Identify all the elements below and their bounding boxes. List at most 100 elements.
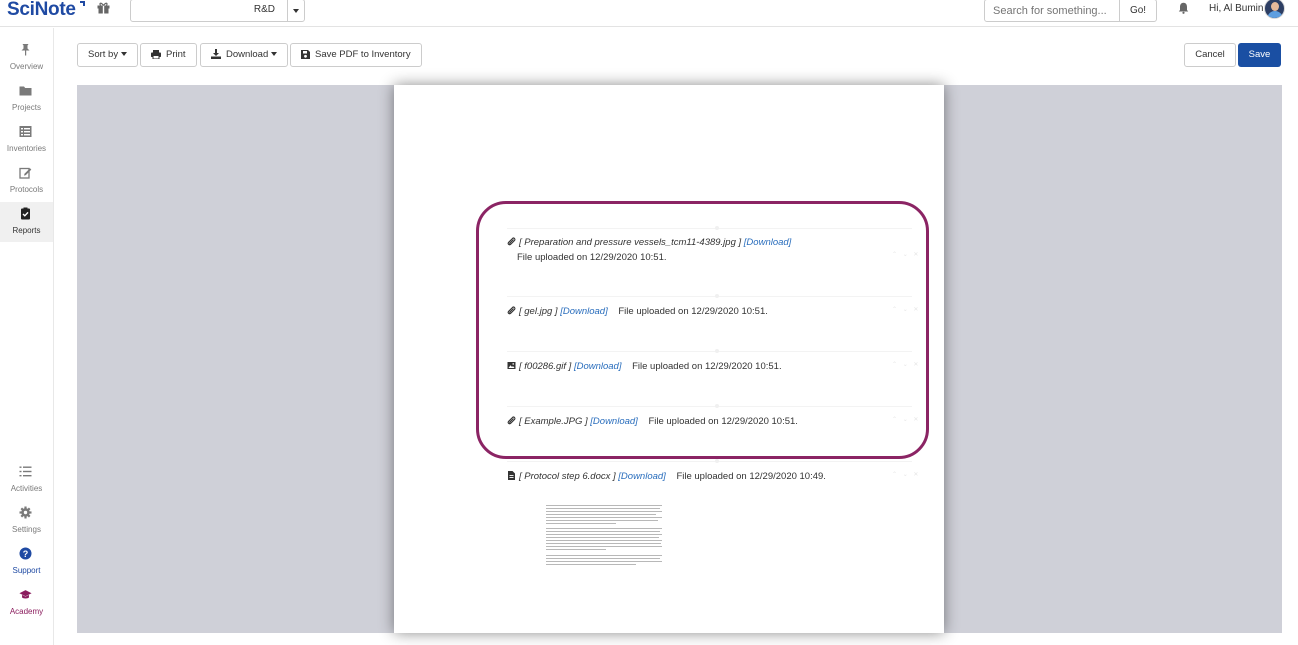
svg-text:?: ? xyxy=(23,549,29,559)
file-doc-icon xyxy=(508,471,515,480)
element-divider xyxy=(507,226,912,230)
element-divider xyxy=(507,459,912,463)
avatar[interactable] xyxy=(1264,0,1285,19)
gift-icon[interactable] xyxy=(97,2,110,14)
clipboard-check-icon xyxy=(21,207,30,220)
element-controls[interactable]: ⌃ ⌄ ✕ xyxy=(892,251,920,258)
download-label: Download xyxy=(226,49,269,60)
divider-handle xyxy=(715,349,719,353)
attachment-upload-info: File uploaded on 12/29/2020 10:51. xyxy=(632,361,782,372)
preview-line xyxy=(546,517,662,519)
preview-line xyxy=(546,528,662,530)
preview-line xyxy=(546,514,656,516)
element-controls[interactable]: ⌃ ⌄ ✕ xyxy=(892,416,920,423)
paperclip-icon xyxy=(507,416,516,425)
sidebar-item-label: Protocols xyxy=(9,185,44,194)
divider-handle xyxy=(715,404,719,408)
preview-line xyxy=(546,537,659,539)
element-divider xyxy=(507,294,912,298)
sidebar-item-activities[interactable]: Activities xyxy=(0,460,53,500)
chevron-down-icon[interactable] xyxy=(287,0,304,21)
divider-handle xyxy=(715,459,719,463)
report-page: ⌃ ⌄ ✕ ⌃ ⌄ ✕ ⌃ ⌄ ✕ ⌃ ⌄ ✕ ⌃ ⌄ ✕ [ Preparat… xyxy=(394,85,944,633)
report-canvas[interactable]: ⌃ ⌄ ✕ ⌃ ⌄ ✕ ⌃ ⌄ ✕ ⌃ ⌄ ✕ ⌃ ⌄ ✕ [ Preparat… xyxy=(77,85,1282,633)
preview-line xyxy=(546,558,660,560)
question-icon: ? xyxy=(19,547,32,560)
save-pdf-label: Save PDF to Inventory xyxy=(315,49,411,60)
report-attachment-item: [ f00286.gif ] [Download] File uploaded … xyxy=(507,361,782,372)
scinote-logo[interactable]: SciNote xyxy=(7,0,85,20)
sidebar: Overview Projects Inventories Protocols … xyxy=(0,28,54,645)
sidebar-item-label: Reports xyxy=(12,226,41,235)
sidebar-item-support[interactable]: ? Support xyxy=(0,542,53,582)
attachment-download-link[interactable]: [Download] xyxy=(574,361,622,372)
sidebar-item-label: Settings xyxy=(12,525,41,534)
search-input[interactable] xyxy=(984,0,1120,22)
sidebar-item-settings[interactable]: Settings xyxy=(0,501,53,541)
folder-icon xyxy=(19,86,32,96)
sidebar-item-reports[interactable]: Reports xyxy=(0,202,53,242)
divider-handle xyxy=(715,226,719,230)
sidebar-item-label: Academy xyxy=(9,607,44,616)
document-preview-thumbnail xyxy=(546,505,664,571)
attachment-download-link[interactable]: [Download] xyxy=(560,306,608,317)
attachment-file-name: [ gel.jpg ] xyxy=(519,306,558,317)
print-button[interactable]: Print xyxy=(140,43,197,67)
attachment-file-name: [ Protocol step 6.docx ] xyxy=(519,471,616,482)
attachment-upload-info: File uploaded on 12/29/2020 10:51. xyxy=(517,252,667,263)
element-controls[interactable]: ⌃ ⌄ ✕ xyxy=(892,306,920,313)
sort-by-button[interactable]: Sort by xyxy=(77,43,139,67)
avatar-body xyxy=(1267,11,1283,18)
caret-down-icon xyxy=(271,52,278,57)
attachment-download-link[interactable]: [Download] xyxy=(618,471,666,482)
preview-line xyxy=(546,523,616,525)
sidebar-item-overview[interactable]: Overview xyxy=(0,38,53,78)
graduation-cap-icon xyxy=(19,590,32,599)
paperclip-icon xyxy=(507,237,516,246)
top-navbar: SciNote R&D Go! Hi, Al Bumin xyxy=(0,0,1298,27)
sidebar-item-protocols[interactable]: Protocols xyxy=(0,161,53,201)
attachment-download-link[interactable]: [Download] xyxy=(590,416,638,427)
sort-by-label: Sort by xyxy=(88,49,119,60)
bell-icon[interactable] xyxy=(1178,2,1189,14)
search-go-button[interactable]: Go! xyxy=(1119,0,1157,22)
preview-line xyxy=(546,511,662,513)
preview-line xyxy=(546,564,636,566)
sidebar-item-label: Projects xyxy=(12,103,41,112)
avatar-face xyxy=(1271,2,1279,11)
pin-icon xyxy=(21,44,30,56)
element-controls[interactable]: ⌃ ⌄ ✕ xyxy=(892,471,920,478)
print-label: Print xyxy=(166,49,186,60)
logo-text: SciNote xyxy=(7,0,76,20)
save-button[interactable]: Save xyxy=(1238,43,1281,67)
printer-icon xyxy=(151,49,161,59)
download-icon xyxy=(211,49,221,60)
user-greeting[interactable]: Hi, Al Bumin xyxy=(1209,3,1263,14)
download-button[interactable]: Download xyxy=(200,43,289,67)
sidebar-item-label: Overview xyxy=(9,62,44,71)
sidebar-item-inventories[interactable]: Inventories xyxy=(0,120,53,160)
floppy-disk-icon xyxy=(301,49,310,59)
save-pdf-to-inventory-button[interactable]: Save PDF to Inventory xyxy=(290,43,422,67)
preview-line xyxy=(546,520,658,522)
report-attachment-item: [ gel.jpg ] [Download] File uploaded on … xyxy=(507,306,768,317)
preview-line xyxy=(546,549,606,551)
activity-list-icon xyxy=(19,466,32,477)
sidebar-item-projects[interactable]: Projects xyxy=(0,79,53,119)
list-icon xyxy=(19,126,32,137)
cancel-button[interactable]: Cancel xyxy=(1184,43,1236,67)
team-selector[interactable]: R&D xyxy=(130,0,305,22)
sidebar-item-label: Activities xyxy=(10,484,43,493)
report-attachment-item: [ Example.JPG ] [Download] File uploaded… xyxy=(507,416,798,427)
gear-icon xyxy=(19,506,32,519)
sidebar-item-academy[interactable]: Academy xyxy=(0,583,53,623)
element-controls[interactable]: ⌃ ⌄ ✕ xyxy=(892,361,920,368)
attachment-file-name: [ Preparation and pressure vessels_tcm11… xyxy=(519,237,742,248)
report-attachment-item: [ Protocol step 6.docx ] [Download] File… xyxy=(507,471,826,482)
sidebar-item-label: Inventories xyxy=(6,144,47,153)
attachment-download-link[interactable]: [Download] xyxy=(744,237,792,248)
image-icon xyxy=(507,362,516,369)
preview-line xyxy=(546,540,662,542)
preview-line xyxy=(546,546,662,548)
caret-down-icon xyxy=(121,52,128,57)
